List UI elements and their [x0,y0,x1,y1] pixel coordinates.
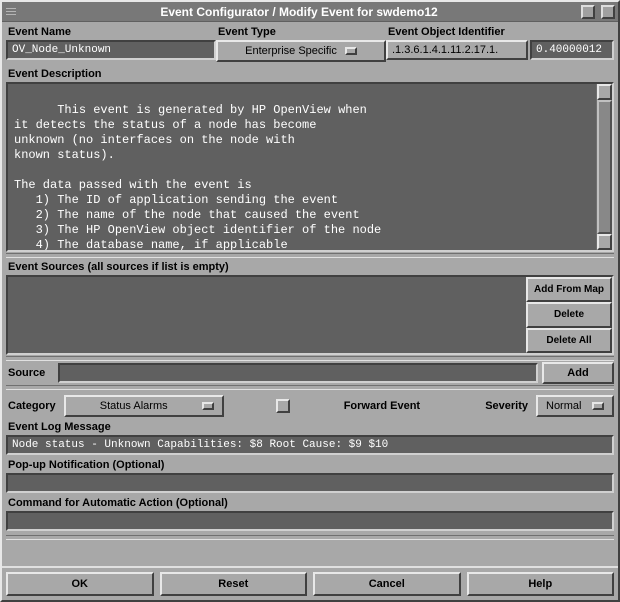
category-value: Status Alarms [74,400,194,412]
event-description-label: Event Description [6,66,614,82]
event-type-label: Event Type [216,24,386,40]
divider [6,253,614,258]
forward-event-label: Forward Event [342,398,422,414]
event-sources-box: Add From Map Delete Delete All [6,275,614,355]
divider [6,385,614,390]
severity-label: Severity [483,398,530,414]
oid-value-input[interactable]: 0.40000012 [530,40,614,60]
command-input[interactable] [6,511,614,531]
scroll-thumb[interactable] [597,100,612,234]
delete-all-button[interactable]: Delete All [526,328,612,353]
source-label: Source [6,365,54,381]
dropdown-indicator-icon [345,47,357,55]
window-menu-icon[interactable] [2,2,20,21]
event-configurator-window: Event Configurator / Modify Event for sw… [0,0,620,602]
popup-notification-input[interactable] [6,473,614,493]
minimize-icon[interactable] [581,5,595,19]
event-sources-list[interactable] [8,277,526,353]
cancel-button[interactable]: Cancel [313,572,461,596]
help-button[interactable]: Help [467,572,615,596]
event-description-textarea[interactable]: This event is generated by HP OpenView w… [6,82,614,252]
event-oid-label: Event Object Identifier [386,24,614,40]
add-from-map-button[interactable]: Add From Map [526,277,612,302]
ok-button[interactable]: OK [6,572,154,596]
popup-notification-label: Pop-up Notification (Optional) [6,457,614,473]
reset-button[interactable]: Reset [160,572,308,596]
event-log-message-label: Event Log Message [6,419,614,435]
description-scrollbar[interactable] [596,84,612,250]
dropdown-indicator-icon [592,402,604,410]
titlebar: Event Configurator / Modify Event for sw… [2,2,618,22]
event-type-select[interactable]: Enterprise Specific [216,40,386,62]
dropdown-indicator-icon [202,402,214,410]
delete-button[interactable]: Delete [526,302,612,327]
event-type-value: Enterprise Specific [245,45,337,57]
divider [6,535,614,540]
footer-buttons: OK Reset Cancel Help [2,566,618,600]
scroll-down-icon[interactable] [597,234,612,250]
event-sources-label: Event Sources (all sources if list is em… [6,259,614,275]
event-name-input[interactable]: OV_Node_Unknown [6,40,216,60]
severity-select[interactable]: Normal [536,395,614,417]
event-log-message-input[interactable]: Node status - Unknown Capabilities: $8 R… [6,435,614,455]
forward-event-checkbox[interactable] [276,399,290,413]
maximize-icon[interactable] [601,5,615,19]
source-input[interactable] [58,363,538,383]
event-description-text: This event is generated by HP OpenView w… [14,103,381,252]
severity-value: Normal [546,400,581,412]
event-name-label: Event Name [6,24,216,40]
window-title: Event Configurator / Modify Event for sw… [20,5,578,19]
category-select[interactable]: Status Alarms [64,395,224,417]
command-label: Command for Automatic Action (Optional) [6,495,614,511]
divider [6,356,614,361]
scroll-up-icon[interactable] [597,84,612,100]
category-label: Category [6,398,58,414]
oid-prefix: .1.3.6.1.4.1.11.2.17.1. [386,40,528,60]
add-button[interactable]: Add [542,362,614,384]
content-area: Event Name OV_Node_Unknown Event Type En… [2,22,618,566]
